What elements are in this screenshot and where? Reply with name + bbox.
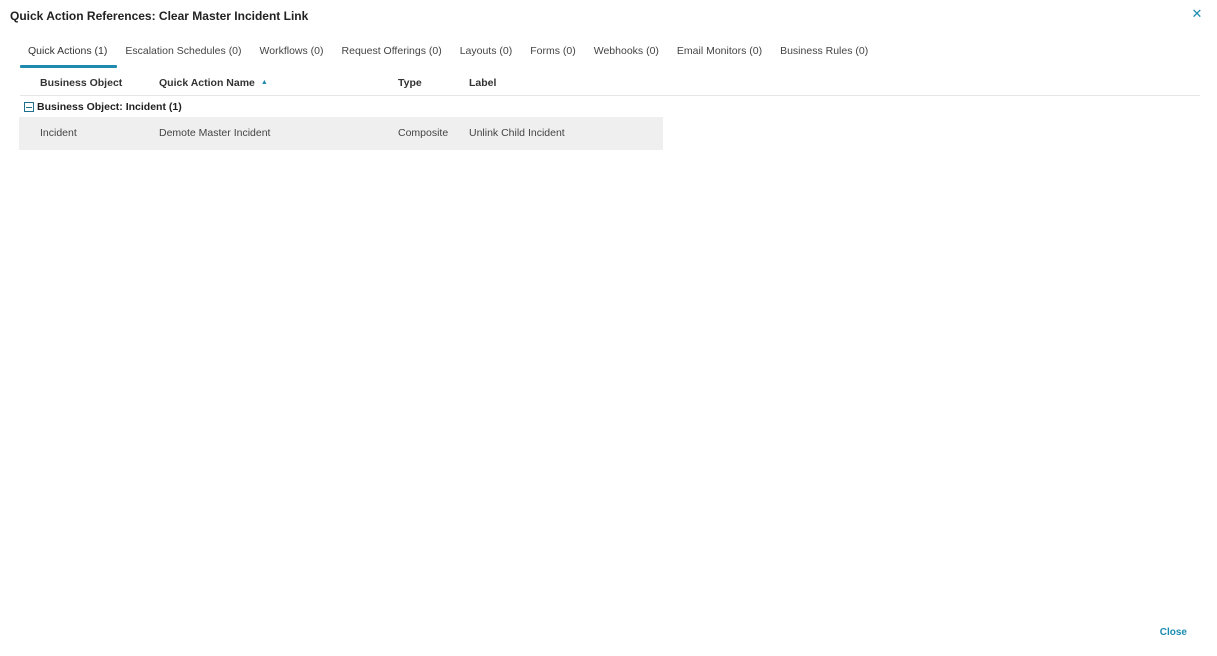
reference-tabs: Quick Actions (1) Escalation Schedules (… — [20, 40, 878, 68]
cell-quick-action-name: Demote Master Incident — [159, 127, 271, 139]
collapse-minus-icon[interactable] — [24, 102, 34, 112]
dialog-title: Quick Action References: Clear Master In… — [10, 9, 309, 23]
cell-business-object: Incident — [40, 127, 77, 139]
tab-quick-actions[interactable]: Quick Actions (1) — [20, 40, 118, 68]
group-label: Business Object: Incident (1) — [37, 101, 182, 113]
tab-webhooks[interactable]: Webhooks (0) — [586, 40, 669, 66]
tab-email-monitors[interactable]: Email Monitors (0) — [669, 40, 772, 66]
column-header-label-col[interactable]: Label — [469, 77, 496, 89]
group-row-incident: Business Object: Incident (1) — [20, 98, 182, 116]
column-header-label: Label — [469, 77, 497, 89]
column-header-label: Type — [398, 77, 422, 89]
tab-layouts[interactable]: Layouts (0) — [452, 40, 523, 66]
tab-escalation-schedules[interactable]: Escalation Schedules (0) — [117, 40, 251, 66]
tab-request-offerings[interactable]: Request Offerings (0) — [334, 40, 452, 66]
column-header-business-object[interactable]: Business Object — [40, 77, 122, 89]
tab-forms[interactable]: Forms (0) — [522, 40, 586, 66]
column-header-type[interactable]: Type — [398, 77, 422, 89]
table-row[interactable]: Incident Demote Master Incident Composit… — [19, 117, 663, 150]
close-button[interactable]: Close — [1160, 627, 1187, 638]
cell-type: Composite — [398, 127, 449, 139]
column-header-label: Quick Action Name — [159, 77, 255, 89]
column-header-quick-action-name[interactable]: Quick Action Name ▲ — [159, 77, 268, 89]
quick-action-references-dialog: Quick Action References: Clear Master In… — [0, 0, 1217, 656]
close-icon[interactable]: ✕ — [1189, 5, 1205, 23]
cell-label: Unlink Child Incident — [469, 127, 565, 139]
grid-header: Business Object Quick Action Name ▲ Type … — [20, 73, 1200, 96]
tab-business-rules[interactable]: Business Rules (0) — [772, 40, 878, 66]
tab-workflows[interactable]: Workflows (0) — [252, 40, 334, 66]
sort-ascending-icon: ▲ — [260, 79, 268, 86]
column-header-label: Business Object — [40, 77, 123, 89]
